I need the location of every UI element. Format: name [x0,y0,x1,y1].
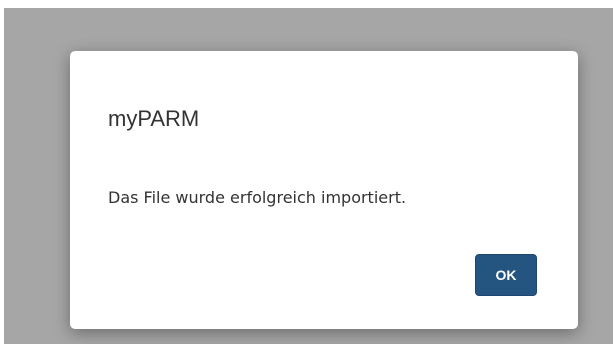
ok-button[interactable]: OK [475,254,537,296]
dialog-title: myPARM [108,106,200,131]
alert-dialog: myPARM Das File wurde erfolgreich import… [70,51,578,329]
page-top-strip [0,0,613,8]
dialog-message: Das File wurde erfolgreich importiert. [108,188,407,207]
